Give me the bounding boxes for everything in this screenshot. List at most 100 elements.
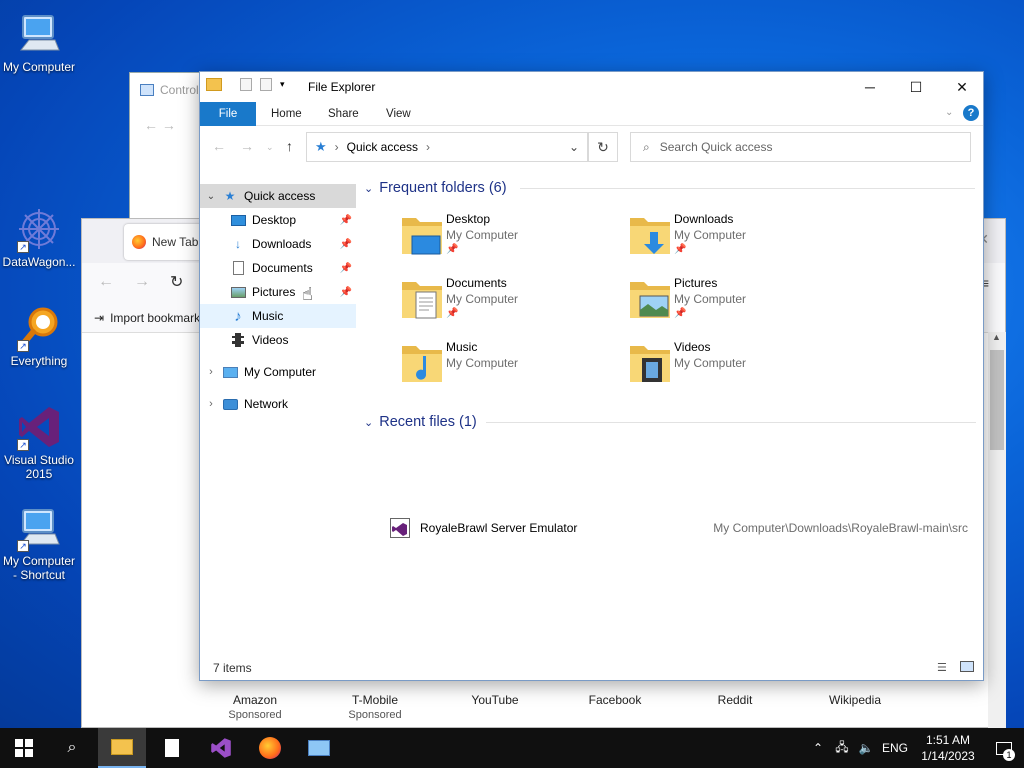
pin-icon: 📌 [674,308,687,319]
network-icon[interactable]: 🖧 [830,738,854,759]
top-site-tile[interactable]: Amazon Sponsored [195,693,315,723]
browser-scrollbar[interactable]: ▲ [988,332,1006,728]
desktop-icon-label: Visual Studio 2015 [4,453,74,481]
up-icon[interactable]: ↑ [286,138,293,154]
volume-icon[interactable]: 🔈 [854,741,878,755]
computer-icon [222,364,238,380]
expand-ribbon-icon[interactable]: ⌄ [945,107,953,118]
forward-icon[interactable]: → [240,138,254,154]
pin-icon: 📌 [339,238,352,250]
language-indicator[interactable]: ENG [878,741,912,755]
nav-item-documents[interactable]: Documents 📌 [200,256,356,280]
mouse-pointer-icon: ☝ [302,284,313,304]
nav-item-network[interactable]: › Network [200,392,356,416]
back-icon[interactable]: ← [98,273,114,291]
nav-item-downloads[interactable]: ↓ Downloads 📌 [200,232,356,256]
visual-studio-icon: ↗ [15,403,63,451]
notification-center-button[interactable]: 1 [984,728,1024,768]
clock[interactable]: 1:51 AM 1/14/2023 [912,732,984,764]
top-site-tile[interactable]: Facebook [555,693,675,723]
import-bookmarks-button[interactable]: ⇥ Import bookmarks... [94,311,216,325]
folder-tile-downloads[interactable]: Downloads My Computer 📌 [628,210,828,266]
taskbar-notepad[interactable] [148,728,196,768]
search-button[interactable]: ⌕ [48,728,96,768]
nav-item-quick-access[interactable]: ⌄ ★ Quick access [200,184,356,208]
tab-view[interactable]: View [372,102,425,126]
desktop-icon-my-computer[interactable]: My Computer [0,10,78,74]
folder-tile-desktop[interactable]: Desktop My Computer 📌 [400,210,600,266]
system-tray: ⌃ 🖧 🔈 ENG 1:51 AM 1/14/2023 1 [806,728,1024,768]
pin-icon: 📌 [339,214,352,226]
notification-count-badge: 1 [1003,749,1015,761]
address-dropdown-icon[interactable]: ⌄ [569,140,579,154]
reload-icon[interactable]: ↻ [170,272,183,292]
folder-tile-videos[interactable]: Videos My Computer [628,338,828,394]
recent-file-row[interactable]: RoyaleBrawl Server Emulator My Computer\… [390,516,970,540]
forward-icon[interactable]: → [134,273,150,291]
tab-share[interactable]: Share [314,102,373,126]
pin-icon: 📌 [339,286,352,298]
breadcrumb-separator-icon: › [334,140,339,154]
search-box[interactable]: ⌕ Search Quick access [630,132,971,162]
pin-icon: 📌 [674,244,687,255]
taskbar-control-panel[interactable] [295,728,343,768]
datawagon-icon: ↗ [15,205,63,253]
desktop-icon-everything[interactable]: ↗ Everything [0,304,78,368]
large-icons-view-icon[interactable] [960,661,974,672]
address-bar[interactable]: ★ › Quick access › ⌄ [306,132,588,162]
recent-files-header[interactable]: ⌄ Recent files (1) [364,414,477,430]
frequent-folders-header[interactable]: ⌄ Frequent folders (6) [364,180,507,196]
top-site-tile[interactable]: T-Mobile Sponsored [315,693,435,723]
new-folder-icon[interactable] [260,78,272,91]
top-site-tile[interactable]: Reddit [675,693,795,723]
tab-file[interactable]: File [200,102,256,126]
chevron-up-icon[interactable]: ⌃ [806,741,830,755]
folder-tile-pictures[interactable]: Pictures My Computer 📌 [628,274,828,330]
chevron-right-icon[interactable]: › [200,366,222,378]
chevron-right-icon[interactable]: › [200,398,222,410]
control-panel-icon [140,84,154,96]
film-strip-icon [230,332,246,348]
start-button[interactable] [0,728,48,768]
desktop-icon-my-computer-shortcut[interactable]: ↗ My Computer - Shortcut [0,504,78,582]
music-note-icon: ♪ [234,307,242,325]
window-title: File Explorer [308,80,376,94]
recent-locations-icon[interactable]: ⌄ [266,142,274,153]
shortcut-arrow-icon: ↗ [17,340,29,352]
properties-icon[interactable] [240,78,252,91]
help-icon[interactable]: ? [963,105,979,121]
group-divider [520,188,975,189]
back-icon[interactable]: ← [212,138,226,154]
top-site-tile[interactable]: YouTube [435,693,555,723]
quick-access-toolbar: ▾ [206,78,285,91]
scrollbar-thumb[interactable] [990,350,1004,450]
desktop-icon-datawagon[interactable]: ↗ DataWagon... [0,205,78,269]
desktop-icon-visual-studio[interactable]: ↗ Visual Studio 2015 [0,403,78,481]
nav-item-pictures[interactable]: Pictures 📌 [200,280,356,304]
maximize-button[interactable]: ☐ [893,72,939,102]
nav-item-music[interactable]: ♪ Music [200,304,356,328]
tab-home[interactable]: Home [257,102,316,126]
pin-icon: 📌 [446,308,459,319]
customize-toolbar-icon[interactable]: ▾ [280,79,285,90]
taskbar-visual-studio[interactable] [197,728,245,768]
taskbar-firefox[interactable] [246,728,294,768]
details-view-icon[interactable]: ☰ [937,661,947,674]
nav-item-desktop[interactable]: Desktop 📌 [200,208,356,232]
refresh-button[interactable]: ↻ [588,132,618,162]
pin-icon: 📌 [339,262,352,274]
taskbar-file-explorer[interactable] [98,728,146,768]
nav-item-videos[interactable]: Videos [200,328,356,352]
scroll-up-icon[interactable]: ▲ [992,332,1001,342]
file-explorer-window[interactable]: ▾ File Explorer ─ ☐ ✕ File Home Share Vi… [199,71,984,681]
close-button[interactable]: ✕ [939,72,985,102]
breadcrumb-quick-access[interactable]: Quick access [347,140,418,154]
clock-date: 1/14/2023 [921,749,975,763]
top-site-tile[interactable]: Wikipedia [795,693,915,723]
folder-tile-music[interactable]: Music My Computer [400,338,600,394]
content-pane: ⌄ Frequent folders (6) Desktop My Comput… [360,174,980,664]
chevron-down-icon[interactable]: ⌄ [200,191,222,202]
minimize-button[interactable]: ─ [847,72,893,102]
nav-item-my-computer[interactable]: › My Computer [200,360,356,384]
folder-tile-documents[interactable]: Documents My Computer 📌 [400,274,600,330]
